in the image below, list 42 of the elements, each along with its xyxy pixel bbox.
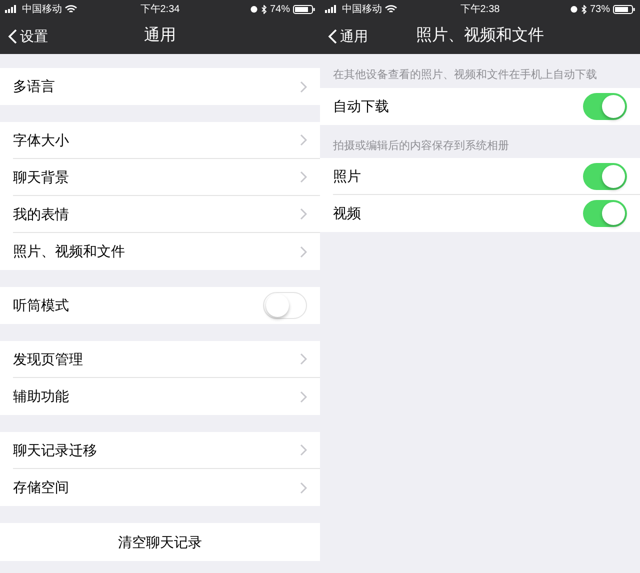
chevron-right-icon [300, 80, 307, 92]
alarm-icon [570, 5, 578, 13]
row-label: 自动下载 [333, 96, 390, 116]
bluetooth-icon [260, 4, 267, 14]
toggle-switch[interactable] [263, 292, 307, 319]
chevron-right-icon [300, 353, 307, 365]
chevron-right-icon [300, 134, 307, 146]
back-button[interactable]: 设置 [0, 26, 48, 46]
status-time: 下午2:38 [459, 2, 501, 16]
battery-icon [612, 4, 635, 14]
chevron-right-icon [300, 482, 307, 494]
alarm-icon [250, 5, 258, 13]
chevron-right-icon [300, 208, 307, 220]
carrier-name: 中国移动 [342, 2, 382, 16]
row-label: 视频 [333, 204, 362, 223]
chevron-right-icon [300, 444, 307, 456]
row-label: 听筒模式 [13, 296, 70, 315]
toggle-switch[interactable] [583, 92, 627, 120]
chevron-right-icon [300, 246, 307, 258]
carrier-name: 中国移动 [22, 2, 62, 16]
bluetooth-icon [580, 4, 587, 14]
row-label: 照片 [333, 166, 362, 186]
status-time: 下午2:34 [139, 2, 181, 16]
signal-icon [325, 5, 339, 13]
battery-percent: 74% [270, 2, 290, 16]
battery-percent: 73% [590, 2, 610, 16]
wifi-icon [385, 4, 397, 14]
page-title: 通用 [144, 26, 176, 46]
clear-chat-button[interactable]: 清空聊天记录 [0, 523, 320, 561]
page-title: 照片、视频和文件 [416, 26, 544, 46]
chevron-right-icon [300, 390, 307, 402]
back-button[interactable]: 通用 [320, 26, 368, 46]
signal-icon [5, 5, 19, 13]
section-header: 在其他设备查看的照片、视频和文件在手机上自动下载 [332, 68, 598, 83]
back-chevron-icon [328, 28, 337, 44]
battery-icon [292, 4, 315, 14]
toggle-switch[interactable] [583, 200, 627, 227]
toggle-switch[interactable] [583, 162, 627, 190]
chevron-right-icon [300, 171, 307, 183]
wifi-icon [65, 4, 77, 14]
back-chevron-icon [8, 28, 17, 44]
section-header: 拍摄或编辑后的内容保存到系统相册 [332, 138, 510, 154]
